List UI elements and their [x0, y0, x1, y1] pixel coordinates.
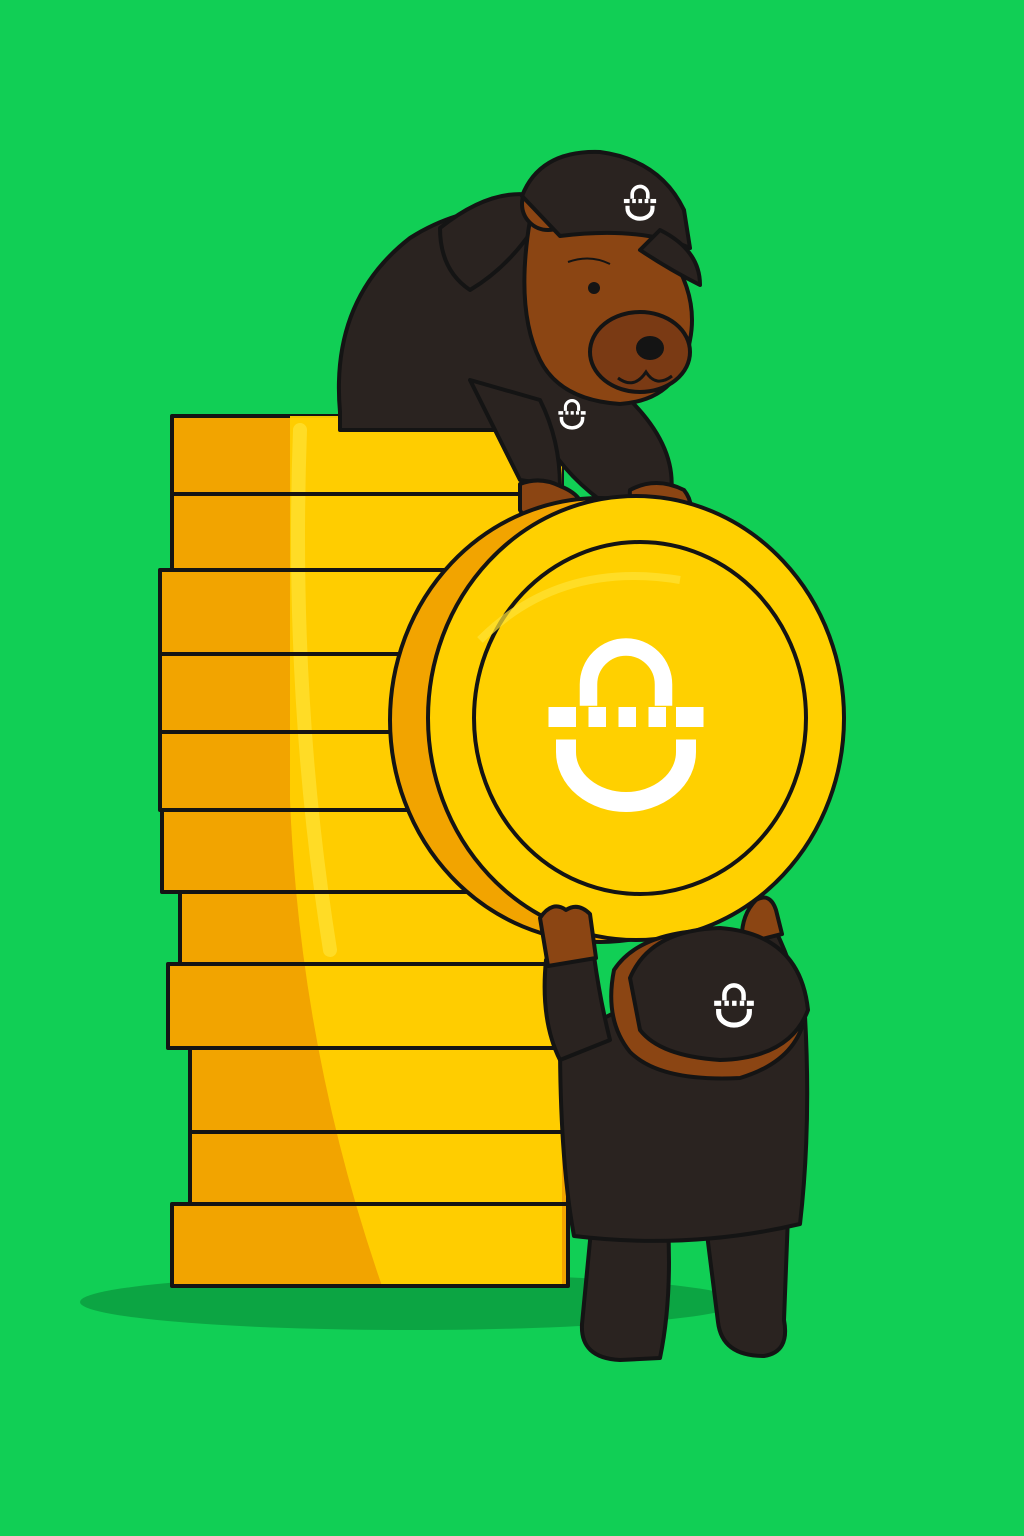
illustration-scene [80, 149, 846, 1362]
big-coin [388, 494, 846, 944]
